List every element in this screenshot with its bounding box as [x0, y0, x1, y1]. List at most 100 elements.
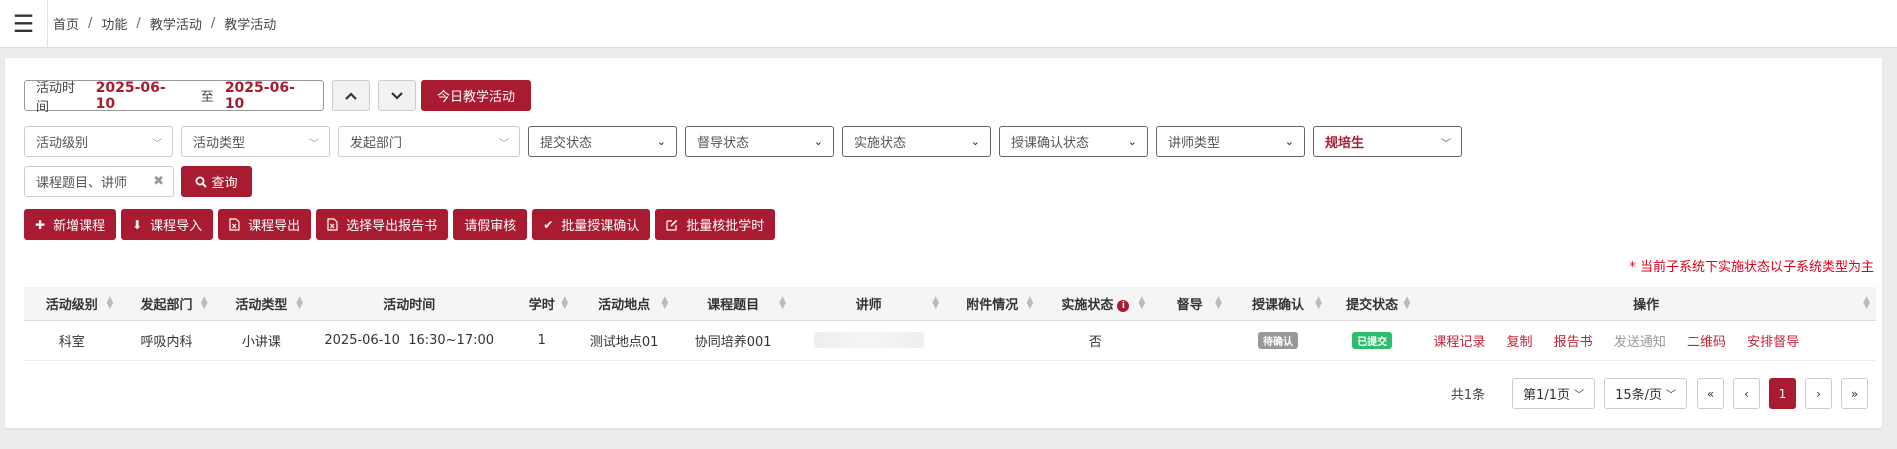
col-header-time[interactable]: 活动时间 — [309, 287, 510, 321]
sort-icon: ▲ ▼ — [1214, 295, 1222, 311]
sort-icon: ▲ ▼ — [1863, 295, 1870, 311]
qrcode-link[interactable]: 二维码 — [1687, 335, 1726, 350]
breadcrumb-home[interactable]: 首页 — [53, 14, 79, 33]
col-header-submit[interactable]: 提交状态 ▲ ▼ — [1328, 287, 1417, 321]
lecturer-type-select[interactable]: 讲师类型 ⌄ — [1156, 126, 1305, 157]
col-header-type[interactable]: 活动类型 ▲ ▼ — [213, 287, 310, 321]
add-course-button[interactable]: ✚ 新增课程 — [24, 209, 117, 240]
cell-impl: 否 — [1039, 320, 1152, 361]
dept-select[interactable]: 发起部门 ﹀ — [338, 126, 520, 157]
col-header-title[interactable]: 课程题目 ▲ ▼ — [674, 287, 793, 321]
cell-supervise — [1151, 320, 1228, 361]
info-icon[interactable]: i — [1117, 299, 1130, 312]
arrange-supervise-link[interactable]: 安排督导 — [1747, 335, 1799, 350]
leave-review-label: 请假审核 — [464, 219, 517, 234]
action-toolbar: ✚ 新增课程 ⬇ 课程导入 课程导出 选择导出报告书 请假审核 ✔ 批量授课确认… — [24, 209, 780, 240]
date-start: 2025-06-10 — [95, 79, 166, 112]
excel-file-icon — [327, 218, 338, 231]
supervise-status-label: 督导状态 — [697, 136, 750, 151]
submit-status-select[interactable]: 提交状态 ⌄ — [528, 126, 677, 157]
pagination: 共1条 第1/1页 ﹀ 15条/页 ﹀ « ‹ 1 › » — [1451, 378, 1868, 409]
page-select-label: 第1/1页 — [1523, 388, 1571, 403]
col-header-place[interactable]: 活动地点 ▲ ▼ — [574, 287, 675, 321]
breadcrumb-function[interactable]: 功能 — [101, 14, 127, 33]
export-report-button[interactable]: 选择导出报告书 — [316, 209, 449, 240]
today-activity-button[interactable]: 今日教学活动 — [421, 80, 531, 111]
leave-review-button[interactable]: 请假审核 — [453, 209, 528, 240]
import-course-button[interactable]: ⬇ 课程导入 — [121, 209, 214, 240]
batch-approve-hours-label: 批量核批学时 — [686, 219, 765, 234]
next-day-button[interactable] — [378, 80, 416, 111]
cell-attach — [945, 320, 1040, 361]
sort-icon: ▲ ▼ — [1315, 295, 1323, 311]
trainee-select[interactable]: 规培生 ﹀ — [1313, 126, 1462, 157]
batch-approve-hours-button[interactable]: 批量核批学时 — [655, 209, 776, 240]
breadcrumb-teaching[interactable]: 教学活动 — [150, 14, 202, 33]
query-button-label: 查询 — [211, 176, 238, 191]
col-header-label: 活动地点 — [598, 297, 651, 313]
next-page-button[interactable]: › — [1805, 378, 1832, 409]
cell-place: 测试地点01 — [574, 320, 675, 361]
copy-link[interactable]: 复制 — [1507, 335, 1533, 350]
import-course-label: 课程导入 — [150, 219, 203, 234]
excel-file-icon — [229, 218, 240, 231]
status-notice: * 当前子系统下实施状态以子系统类型为主 — [1629, 260, 1874, 275]
col-header-hours[interactable]: 学时 ▲ ▼ — [509, 287, 575, 321]
page-select[interactable]: 第1/1页 ﹀ — [1512, 378, 1596, 409]
cell-title: 协同培养001 — [674, 320, 793, 361]
current-page-button[interactable]: 1 — [1769, 378, 1796, 409]
table-row[interactable]: 科室 呼吸内科 小讲课 2025-06-10 16:30~17:00 1 测试地… — [24, 320, 1876, 361]
last-page-button[interactable]: » — [1841, 378, 1868, 409]
impl-status-select[interactable]: 实施状态 ⌄ — [842, 126, 991, 157]
col-header-label: 课程题目 — [707, 297, 760, 313]
supervise-status-select[interactable]: 督导状态 ⌄ — [685, 126, 834, 157]
menu-toggle-button[interactable]: ☰ — [0, 0, 48, 48]
cell-time: 2025-06-10 16:30~17:00 — [309, 320, 510, 361]
chevron-down-icon: ⌄ — [1284, 135, 1294, 148]
sort-icon: ▲ ▼ — [561, 295, 569, 311]
col-header-dept[interactable]: 发起部门 ▲ ▼ — [119, 287, 214, 321]
confirm-status-select[interactable]: 授课确认状态 ⌄ — [999, 126, 1148, 157]
search-row: 课程题目、讲师 ✖ 查询 — [24, 166, 252, 197]
export-course-label: 课程导出 — [248, 219, 301, 234]
level-select[interactable]: 活动级别 ﹀ — [24, 126, 173, 157]
page-size-select[interactable]: 15条/页 ﹀ — [1604, 378, 1687, 409]
chevron-down-icon: ﹀ — [1574, 390, 1585, 401]
cell-dept: 呼吸内科 — [119, 320, 214, 361]
query-button[interactable]: 查询 — [181, 166, 252, 197]
col-header-ops[interactable]: 操作 ▲ ▼ — [1416, 287, 1876, 321]
date-range-input[interactable]: 活动时间 2025-06-10 至 2025-06-10 — [24, 79, 324, 115]
chevron-down-icon: ﹀ — [1441, 139, 1451, 150]
report-link[interactable]: 报告书 — [1554, 335, 1593, 350]
table-header-row: 活动级别 ▲ ▼ 发起部门 ▲ ▼ 活动类型 ▲ ▼ 活动时间 学时 ▲ ▼ 活动地点 ▲ ▼ 课程… — [24, 287, 1876, 321]
export-course-button[interactable]: 课程导出 — [218, 209, 312, 240]
col-header-level[interactable]: 活动级别 ▲ ▼ — [24, 287, 120, 321]
sort-icon: ▲ ▼ — [1026, 295, 1034, 311]
sort-icon: ▲ ▼ — [296, 295, 304, 311]
col-header-supervise[interactable]: 督导 ▲ ▼ — [1151, 287, 1228, 321]
col-header-impl[interactable]: 实施状态 i ▲ ▼ — [1039, 287, 1152, 321]
sort-icon: ▲ ▼ — [932, 295, 940, 311]
col-header-attach[interactable]: 附件情况 ▲ ▼ — [945, 287, 1040, 321]
col-header-label: 讲师 — [855, 297, 882, 313]
prev-day-button[interactable] — [332, 80, 370, 111]
dept-select-label: 发起部门 — [350, 136, 403, 151]
type-select[interactable]: 活动类型 ﹀ — [181, 126, 330, 157]
col-header-label: 提交状态 — [1346, 297, 1399, 313]
cell-ops: 课程记录 复制 报告书 发送通知 二维码 安排督导 — [1416, 320, 1876, 361]
export-report-label: 选择导出报告书 — [346, 219, 438, 234]
col-header-label: 督导 — [1176, 297, 1203, 313]
send-notice-link[interactable]: 发送通知 — [1614, 335, 1666, 350]
sort-icon: ▲ ▼ — [1403, 295, 1411, 311]
course-record-link[interactable]: 课程记录 — [1433, 335, 1485, 350]
batch-confirm-button[interactable]: ✔ 批量授课确认 — [532, 209, 651, 240]
lecturer-type-label: 讲师类型 — [1168, 136, 1221, 151]
keyword-search-input[interactable]: 课程题目、讲师 ✖ — [24, 166, 174, 197]
col-header-confirm[interactable]: 授课确认 ▲ ▼ — [1227, 287, 1329, 321]
level-select-label: 活动级别 — [36, 136, 89, 151]
first-page-button[interactable]: « — [1697, 378, 1724, 409]
prev-page-button[interactable]: ‹ — [1733, 378, 1760, 409]
col-header-lecturer[interactable]: 讲师 ▲ ▼ — [792, 287, 946, 321]
search-icon — [195, 176, 208, 188]
clear-icon[interactable]: ✖ — [153, 174, 164, 189]
